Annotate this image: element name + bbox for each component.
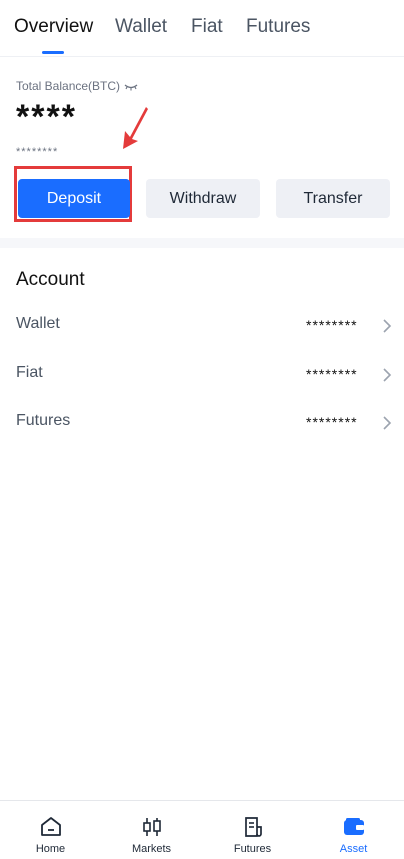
account-row-wallet[interactable]: Wallet ******** — [0, 315, 404, 345]
nav-label-asset: Asset — [339, 843, 368, 855]
tab-wallet[interactable]: Wallet — [115, 16, 167, 38]
account-row-value: ******** — [306, 414, 358, 430]
account-row-label: Wallet — [16, 315, 60, 332]
tab-fiat[interactable]: Fiat — [191, 16, 223, 38]
account-row-futures[interactable]: Futures ******** — [0, 412, 404, 442]
section-divider — [0, 238, 404, 248]
nav-item-home[interactable]: Home — [0, 801, 101, 859]
bottom-nav-bar: Home Markets Futures Asset — [0, 800, 404, 859]
tab-futures[interactable]: Futures — [246, 16, 310, 38]
candlestick-icon — [142, 818, 161, 836]
nav-item-markets[interactable]: Markets — [101, 801, 202, 859]
document-icon — [244, 817, 262, 837]
wallet-icon — [343, 818, 364, 835]
total-balance-label: Total Balance(BTC) — [16, 79, 138, 93]
chevron-right-icon — [383, 319, 392, 333]
total-balance-value: **** — [16, 98, 77, 136]
transfer-button[interactable]: Transfer — [276, 179, 390, 218]
eye-closed-icon[interactable] — [124, 81, 138, 91]
account-row-value: ******** — [306, 317, 358, 333]
account-section-title: Account — [16, 269, 85, 290]
account-row-fiat[interactable]: Fiat ******** — [0, 364, 404, 394]
nav-label-markets: Markets — [131, 843, 172, 855]
nav-item-futures[interactable]: Futures — [202, 801, 303, 859]
tab-overview[interactable]: Overview — [14, 16, 93, 38]
active-tab-indicator — [42, 51, 64, 54]
nav-item-asset[interactable]: Asset — [303, 801, 404, 859]
top-tab-bar: Overview Wallet Fiat Futures — [0, 0, 404, 57]
account-row-label: Fiat — [16, 364, 43, 381]
account-row-value: ******** — [306, 366, 358, 382]
nav-label-home: Home — [35, 843, 66, 855]
balance-sub-value: ******** — [16, 146, 59, 158]
total-balance-label-text: Total Balance(BTC) — [16, 79, 121, 93]
chevron-right-icon — [383, 416, 392, 430]
nav-label-futures: Futures — [233, 843, 272, 855]
withdraw-button[interactable]: Withdraw — [146, 179, 260, 218]
red-arrow-annotation — [123, 107, 148, 149]
account-row-label: Futures — [16, 412, 71, 429]
home-icon — [40, 817, 61, 836]
chevron-right-icon — [383, 368, 392, 382]
deposit-button[interactable]: Deposit — [18, 179, 130, 218]
